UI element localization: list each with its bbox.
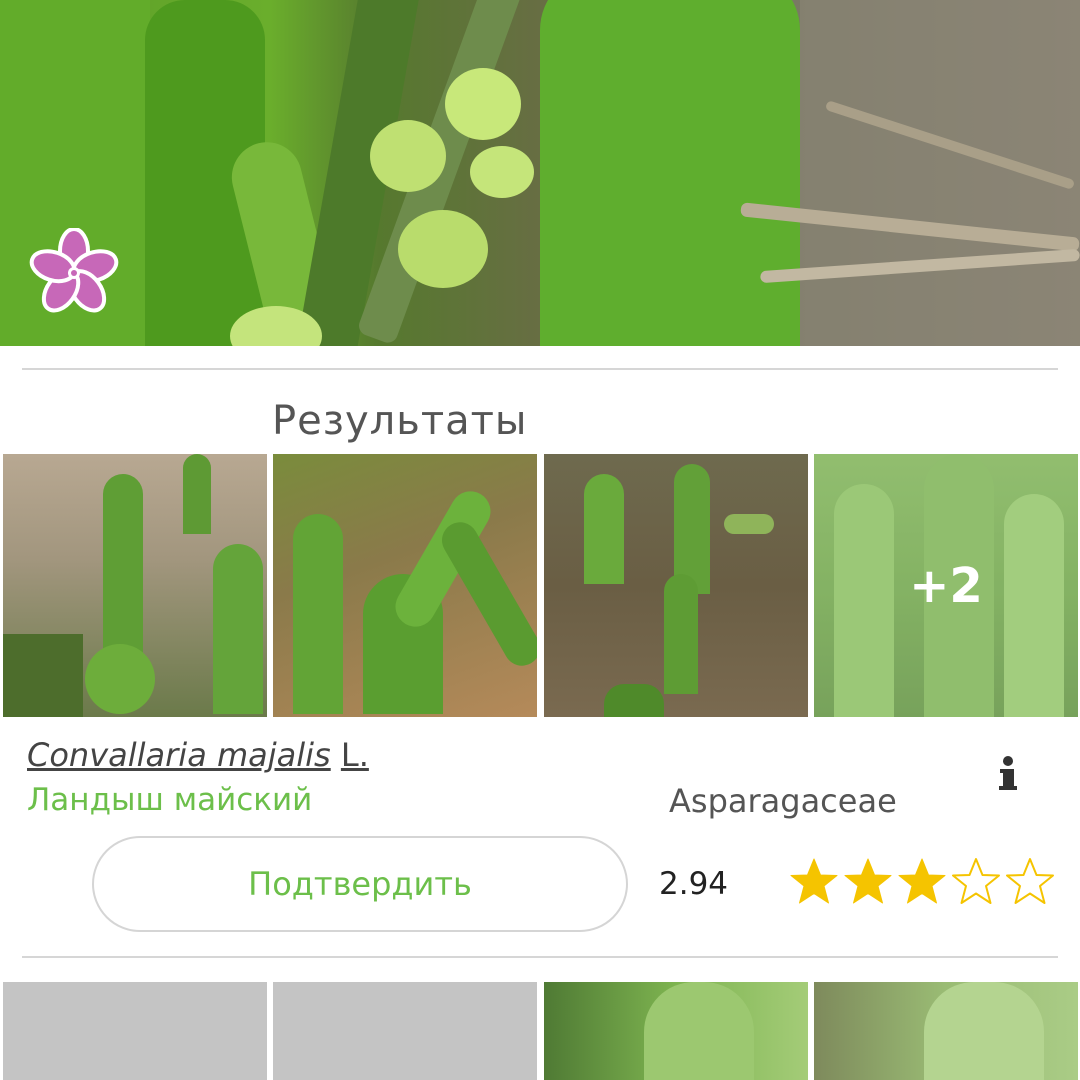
hero-photo <box>0 0 1080 346</box>
star-filled-icon <box>898 858 946 904</box>
species-latin-name[interactable]: Convallaria majalis L. <box>27 736 369 774</box>
result-thumbnail-3[interactable] <box>544 454 808 717</box>
flower-icon <box>29 228 119 313</box>
next-result-thumbnail-2[interactable] <box>273 982 537 1080</box>
result-thumbnail-4-more[interactable]: +2 <box>814 454 1078 717</box>
next-result-thumbnail-3[interactable] <box>544 982 808 1080</box>
star-filled-icon <box>790 858 838 904</box>
star-empty-icon <box>952 858 1000 904</box>
next-result-thumbnail-4[interactable] <box>814 982 1078 1080</box>
info-icon[interactable] <box>996 754 1020 794</box>
result-thumbnail-1[interactable] <box>3 454 267 717</box>
star-filled-icon <box>844 858 892 904</box>
divider-top <box>22 368 1058 370</box>
confidence-score: 2.94 <box>659 866 729 902</box>
species-binomial: Convallaria majalis <box>27 736 331 774</box>
star-rating <box>788 856 1056 912</box>
result-thumbnail-2[interactable] <box>273 454 537 717</box>
confirm-button[interactable]: Подтвердить <box>92 836 628 932</box>
species-common-name: Ландыш майский <box>27 782 313 818</box>
star-empty-icon <box>1006 858 1054 904</box>
species-family: Asparagaceae <box>669 782 897 820</box>
results-title: Результаты <box>272 398 528 444</box>
more-results-count: +2 <box>814 454 1078 717</box>
divider-bottom <box>22 956 1058 958</box>
species-author: L. <box>340 736 369 774</box>
next-result-thumbnail-1[interactable] <box>3 982 267 1080</box>
